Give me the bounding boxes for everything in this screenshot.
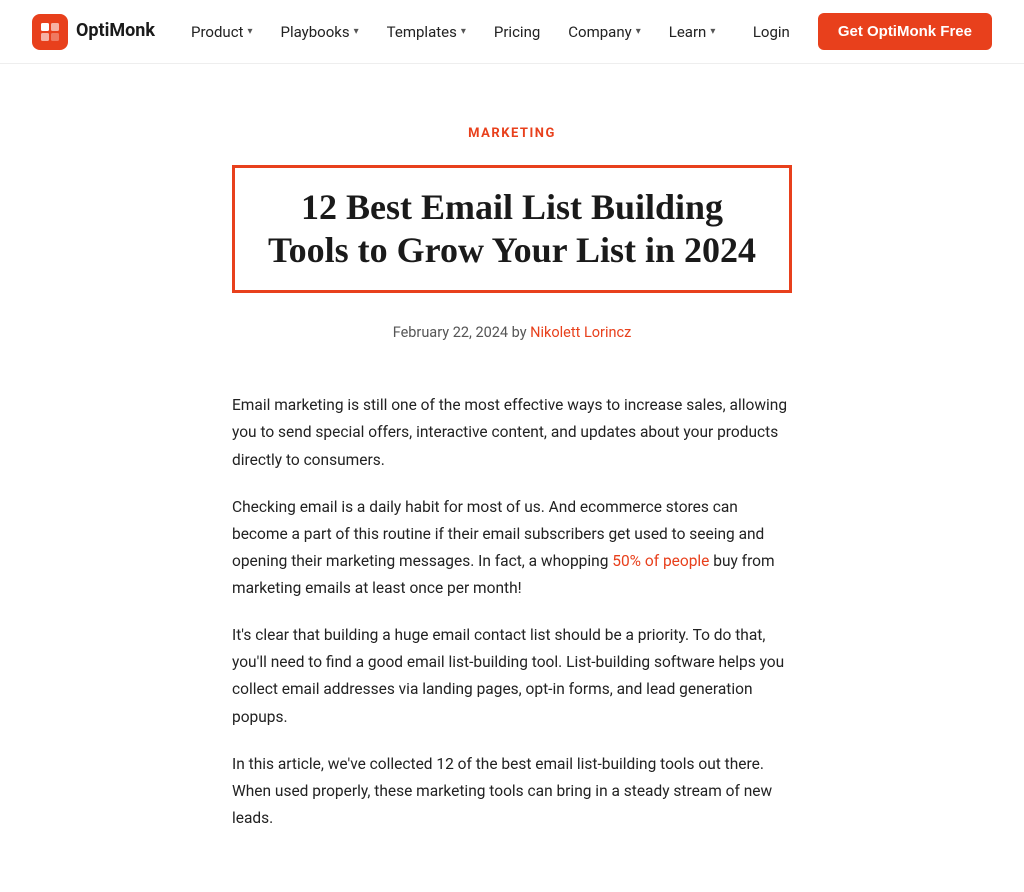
paragraph-3: It's clear that building a huge email co…	[232, 622, 792, 731]
logo-icon	[32, 14, 68, 50]
login-button[interactable]: Login	[741, 12, 802, 52]
chevron-down-icon: ▾	[247, 24, 252, 40]
nav-item-pricing[interactable]: Pricing	[482, 12, 552, 52]
article-meta: February 22, 2024 by Nikolett Lorincz	[232, 321, 792, 344]
nav-item-playbooks[interactable]: Playbooks ▾	[269, 12, 371, 52]
paragraph-1: Email marketing is still one of the most…	[232, 392, 792, 473]
chevron-down-icon: ▾	[636, 24, 641, 40]
chevron-down-icon: ▾	[461, 24, 466, 40]
paragraph-4: In this article, we've collected 12 of t…	[232, 751, 792, 832]
cta-button[interactable]: Get OptiMonk Free	[818, 13, 992, 50]
chevron-down-icon: ▾	[354, 24, 359, 40]
article-body: Email marketing is still one of the most…	[232, 392, 792, 832]
nav-item-product[interactable]: Product ▾	[179, 12, 264, 52]
nav-menu: Product ▾ Playbooks ▾ Templates ▾ Pricin…	[179, 12, 741, 52]
brand-logo[interactable]: OptiMonk	[32, 14, 155, 50]
article-category: MARKETING	[232, 124, 792, 145]
nav-item-templates[interactable]: Templates ▾	[375, 12, 478, 52]
author-link[interactable]: Nikolett Lorincz	[530, 324, 631, 341]
nav-item-learn[interactable]: Learn ▾	[657, 12, 728, 52]
nav-item-company[interactable]: Company ▾	[556, 12, 652, 52]
main-content: MARKETING 12 Best Email List Building To…	[212, 64, 812, 892]
article-date-by: February 22, 2024 by	[393, 324, 527, 341]
inline-link-50percent[interactable]: 50% of people	[612, 552, 709, 570]
paragraph-2: Checking email is a daily habit for most…	[232, 494, 792, 603]
chevron-down-icon: ▾	[710, 24, 715, 40]
article-title-box: 12 Best Email List Building Tools to Gro…	[232, 165, 792, 293]
article-title: 12 Best Email List Building Tools to Gro…	[259, 186, 765, 272]
navbar: OptiMonk Product ▾ Playbooks ▾ Templates…	[0, 0, 1024, 64]
brand-name: OptiMonk	[76, 17, 155, 46]
navbar-actions: Login Get OptiMonk Free	[741, 12, 992, 52]
